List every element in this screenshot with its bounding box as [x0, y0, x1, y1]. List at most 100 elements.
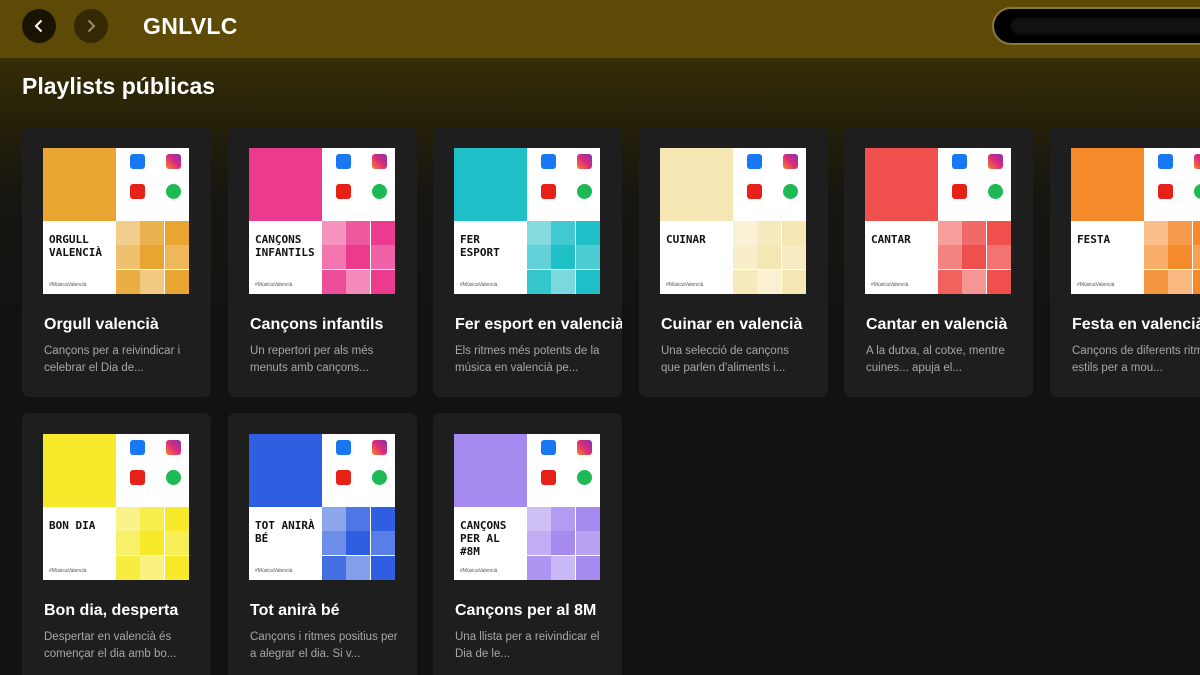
facebook-icon — [747, 154, 762, 169]
mosaic-tile — [370, 245, 395, 270]
facebook-icon — [1158, 154, 1173, 169]
mosaic-tile — [962, 245, 987, 270]
spotify-icon — [577, 184, 592, 199]
cover-illustration — [865, 148, 938, 221]
playlist-card[interactable]: CANÇONS INFANTILS #MúsicaValencià Cançons … — [228, 127, 417, 397]
page-title: GNLVLC — [143, 13, 238, 39]
mosaic-tile — [962, 269, 987, 294]
mosaic-tile — [140, 555, 165, 580]
playlist-card[interactable]: CANÇONS PER AL #8M #MúsicaValencià Cançons… — [433, 413, 622, 675]
social-icons — [322, 434, 395, 507]
playlist-cover-image: ORGULL VALENCIÀ #MúsicaValencià — [43, 148, 189, 294]
cover-label-area: CANÇONS PER AL #8M #MúsicaValencià — [454, 507, 527, 580]
playlist-card[interactable]: BON DIA #MúsicaValencià Bon dia, desperta D… — [22, 413, 211, 675]
spotify-icon — [166, 184, 181, 199]
playlist-title[interactable]: Cançons infantils — [250, 316, 417, 334]
mosaic-tile — [1168, 221, 1193, 245]
mosaic-tile — [551, 221, 576, 245]
cover-mosaic — [322, 221, 395, 294]
playlist-cover-image: CUINAR #MúsicaValencià — [660, 148, 806, 294]
mosaic-tile — [551, 245, 576, 270]
spotify-icon — [783, 184, 798, 199]
mosaic-tile — [733, 269, 757, 294]
playlist-cover-image: TOT ANIRÀ BÉ #MúsicaValencià — [249, 434, 395, 580]
playlist-title[interactable]: Tot anirà bé — [250, 602, 417, 620]
playlist-description: Cançons per a reivindicar i celebrar el … — [44, 345, 181, 374]
mosaic-tile — [164, 245, 189, 270]
playlist-description: Els ritmes més potents de la música en v… — [455, 345, 600, 374]
mosaic-tile — [140, 531, 165, 556]
youtube-icon — [130, 184, 145, 199]
cover-hashtag: #MúsicaValencià — [1077, 282, 1115, 288]
playlist-title[interactable]: Fer esport en valencià — [455, 316, 622, 334]
cover-label-area: BON DIA #MúsicaValencià — [43, 507, 116, 580]
mosaic-tile — [164, 221, 189, 245]
mosaic-tile — [575, 221, 600, 245]
user-menu-button[interactable] — [992, 7, 1200, 45]
playlist-cover-image: FER ESPORT #MúsicaValencià — [454, 148, 600, 294]
mosaic-tile — [575, 245, 600, 270]
mosaic-tile — [733, 221, 757, 245]
facebook-icon — [952, 154, 967, 169]
mosaic-tile — [962, 221, 987, 245]
playlist-card[interactable]: TOT ANIRÀ BÉ #MúsicaValencià Tot anirà bé C… — [228, 413, 417, 675]
facebook-icon — [541, 440, 556, 455]
cover-label-area: FER ESPORT #MúsicaValencià — [454, 221, 527, 294]
playlist-title[interactable]: Cançons per al 8M — [455, 602, 622, 620]
back-button[interactable] — [22, 9, 56, 43]
playlist-title[interactable]: Orgull valencià — [44, 316, 211, 334]
cover-label-area: CANÇONS INFANTILS #MúsicaValencià — [249, 221, 322, 294]
cover-illustration — [249, 148, 322, 221]
playlist-title[interactable]: Festa en valencià — [1072, 316, 1200, 334]
instagram-icon — [783, 154, 798, 169]
youtube-icon — [130, 470, 145, 485]
playlist-cover-image: CANTAR #MúsicaValencià — [865, 148, 1011, 294]
playlist-title[interactable]: Cantar en valencià — [866, 316, 1033, 334]
mosaic-tile — [1192, 221, 1200, 245]
mosaic-tile — [346, 555, 371, 580]
top-bar: GNLVLC — [0, 0, 1200, 58]
mosaic-tile — [1144, 269, 1168, 294]
cover-illustration — [43, 434, 116, 507]
mosaic-tile — [164, 269, 189, 294]
instagram-icon — [577, 440, 592, 455]
mosaic-tile — [346, 245, 371, 270]
mosaic-tile — [370, 221, 395, 245]
facebook-icon — [541, 154, 556, 169]
cover-label: CANÇONS PER AL #8M — [460, 519, 507, 558]
redacted-username — [1012, 19, 1200, 33]
playlist-title[interactable]: Cuinar en valencià — [661, 316, 828, 334]
playlist-card[interactable]: CUINAR #MúsicaValencià Cuinar en valencià U… — [639, 127, 828, 397]
mosaic-tile — [986, 221, 1011, 245]
mosaic-tile — [322, 507, 346, 531]
spotify-icon — [577, 470, 592, 485]
mosaic-tile — [370, 507, 395, 531]
playlist-card[interactable]: CANTAR #MúsicaValencià Cantar en valencià A… — [844, 127, 1033, 397]
spotify-icon — [166, 470, 181, 485]
playlist-card[interactable]: ORGULL VALENCIÀ #MúsicaValencià Orgull val… — [22, 127, 211, 397]
playlist-card[interactable]: FER ESPORT #MúsicaValencià Fer esport en v… — [433, 127, 622, 397]
playlist-card[interactable]: FESTA #MúsicaValencià Festa en valencià Can… — [1050, 127, 1200, 397]
cover-hashtag: #MúsicaValencià — [49, 282, 87, 288]
mosaic-tile — [781, 221, 806, 245]
mosaic-tile — [527, 507, 551, 531]
mosaic-tile — [1168, 245, 1193, 270]
social-icons — [733, 148, 806, 221]
mosaic-tile — [938, 269, 962, 294]
mosaic-tile — [164, 507, 189, 531]
facebook-icon — [130, 154, 145, 169]
forward-button[interactable] — [74, 9, 108, 43]
mosaic-tile — [575, 531, 600, 556]
mosaic-tile — [1192, 245, 1200, 270]
playlist-title[interactable]: Bon dia, desperta — [44, 602, 211, 620]
mosaic-tile — [370, 531, 395, 556]
social-icons — [938, 148, 1011, 221]
mosaic-tile — [370, 269, 395, 294]
playlist-cover-image: CANÇONS PER AL #8M #MúsicaValencià — [454, 434, 600, 580]
cover-mosaic — [527, 221, 600, 294]
cover-label: FESTA — [1077, 233, 1111, 246]
playlist-description: Cançons de diferents ritmes i estils per… — [1072, 345, 1200, 374]
mosaic-tile — [938, 221, 962, 245]
facebook-icon — [130, 440, 145, 455]
cover-label: TOT ANIRÀ BÉ — [255, 519, 315, 545]
